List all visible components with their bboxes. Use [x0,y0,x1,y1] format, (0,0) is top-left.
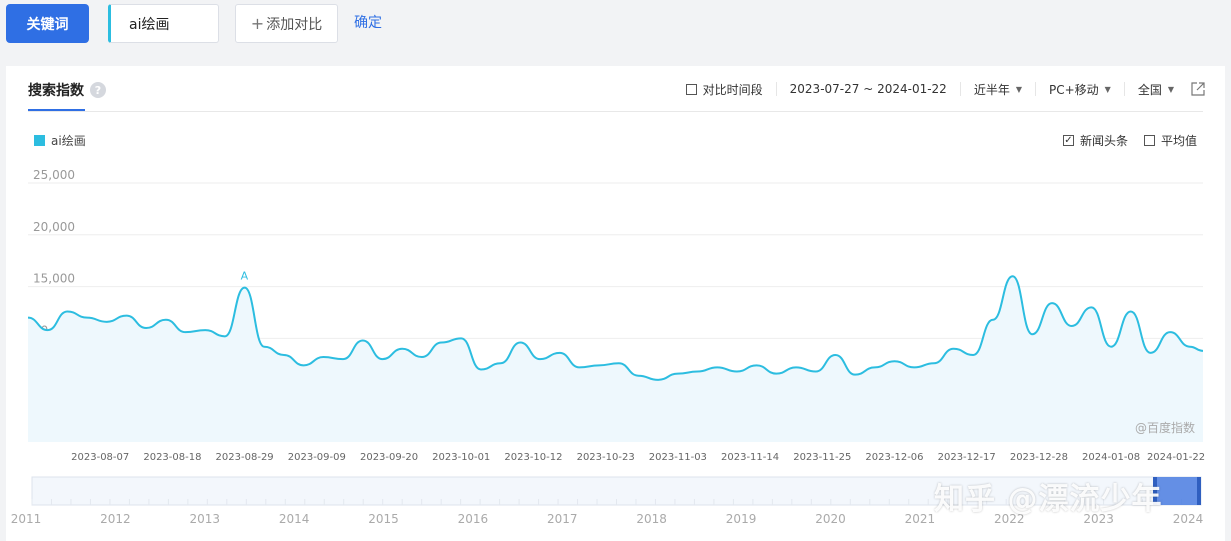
navigator-handle-right[interactable] [1197,477,1201,505]
overlay-watermark: 知乎 @漂流少年 [934,482,1163,517]
y-tick-label: 20,000 [33,220,75,234]
x-tick-label: 2023-08-18 [143,452,201,463]
x-tick-label: 2023-12-17 [938,452,996,463]
y-tick-label: 25,000 [33,168,75,182]
x-tick-label: 2023-11-03 [649,452,707,463]
navigator-year-label: 2012 [100,512,131,526]
series-area [28,276,1203,442]
navigator-year-label: 2016 [458,512,489,526]
x-tick-label: 2023-08-29 [216,452,274,463]
y-tick-label: 15,000 [33,272,75,286]
navigator-year-label: 2017 [547,512,578,526]
x-tick-label: 2023-10-12 [504,452,562,463]
x-tick-label: 2023-08-07 [71,452,129,463]
navigator-year-label: 2024 [1173,512,1204,526]
navigator-year-label: 2020 [815,512,846,526]
source-watermark: @百度指数 [1135,420,1195,435]
x-tick-label: 2023-09-09 [288,452,346,463]
search-index-chart: 5,00010,00015,00020,00025,000A@百度指数2023-… [11,168,1205,526]
navigator-year-label: 2014 [279,512,310,526]
x-tick-label: 2023-12-28 [1010,452,1068,463]
x-tick-label: 2023-10-01 [432,452,490,463]
x-tick-label: 2024-01-22 [1147,452,1205,463]
x-tick-label: 2023-11-14 [721,452,779,463]
x-tick-label: 2023-10-23 [577,452,635,463]
navigator-year-label: 2011 [11,512,42,526]
navigator-year-label: 2018 [636,512,667,526]
x-tick-label: 2023-09-20 [360,452,418,463]
x-tick-label: 2024-01-08 [1082,452,1140,463]
navigator-year-label: 2019 [726,512,757,526]
x-tick-label: 2023-12-06 [865,452,923,463]
news-annotation[interactable]: A [241,270,249,283]
x-tick-label: 2023-11-25 [793,452,851,463]
navigator-year-label: 2013 [189,512,220,526]
navigator-year-label: 2015 [368,512,399,526]
navigator-year-label: 2021 [905,512,936,526]
